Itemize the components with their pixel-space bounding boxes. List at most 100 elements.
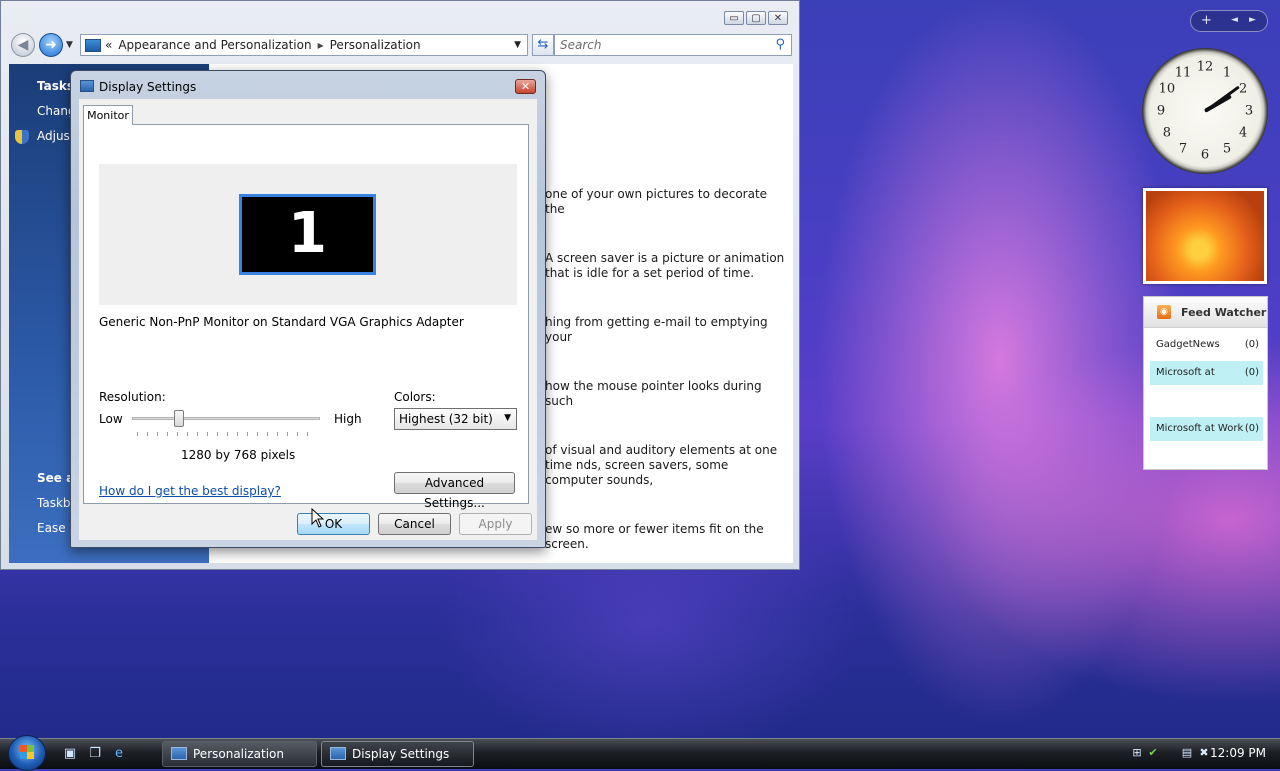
feed-item-count: (0) [1244, 423, 1259, 434]
cancel-button[interactable]: Cancel [378, 513, 451, 535]
resolution-high-label: High [334, 412, 362, 426]
breadcrumb-personalization[interactable]: Personalization [330, 38, 421, 52]
clock-numeral: 7 [1178, 141, 1188, 157]
address-bar[interactable]: « Appearance and Personalization ▸ Perso… [80, 34, 528, 56]
feed-item[interactable]: Microsoft at (0) [1150, 361, 1263, 385]
resolution-low-label: Low [99, 412, 123, 426]
feed-item-count: (0) [1244, 339, 1259, 350]
clock-numeral: 9 [1156, 103, 1166, 119]
task-link-adjust[interactable]: Adjust [37, 129, 75, 143]
clock-numeral: 11 [1174, 65, 1192, 81]
display-settings-icon [80, 80, 94, 92]
control-panel-icon [85, 38, 101, 52]
feed-item-title: Microsoft at [1156, 367, 1215, 378]
best-display-help-link[interactable]: How do I get the best display? [99, 484, 281, 498]
feed-watcher-gadget[interactable]: ◉ Feed Watcher GadgetNews (0) Microsoft … [1143, 296, 1268, 470]
feed-item[interactable]: GadgetNews (0) [1150, 333, 1263, 357]
clock-numeral: 6 [1200, 147, 1210, 163]
colors-label: Colors: [394, 390, 436, 404]
switch-windows-icon[interactable]: ❐ [87, 746, 103, 762]
feed-header: ◉ Feed Watcher [1144, 297, 1267, 328]
clock-numeral: 10 [1158, 81, 1176, 97]
feed-title: Feed Watcher [1181, 306, 1267, 319]
breadcrumb-separator-icon[interactable]: ▸ [318, 38, 324, 52]
chevron-down-icon: ▼ [504, 413, 511, 423]
start-button[interactable] [8, 735, 46, 771]
navigation-bar: ◀ ➜ ▼ « Appearance and Personalization ▸… [9, 33, 793, 57]
rss-icon: ◉ [1157, 305, 1171, 319]
feed-item-title: Microsoft at Work [1156, 423, 1244, 434]
refresh-button[interactable]: ⇆ [532, 34, 554, 56]
address-dropdown-icon[interactable]: ▼ [514, 40, 521, 50]
clock-numeral: 4 [1238, 125, 1248, 141]
security-status-icon[interactable]: ✔ [1146, 746, 1160, 760]
windows-logo-icon [20, 745, 34, 759]
search-icon[interactable]: ⚲ [775, 37, 785, 52]
clock-numeral: 8 [1162, 125, 1172, 141]
taskbar-item-label: Personalization [193, 747, 284, 761]
add-gadget-button[interactable]: + [1201, 13, 1212, 28]
feed-item[interactable]: Microsoft at Work (0) [1150, 417, 1263, 441]
refresh-icon: ⇆ [537, 37, 549, 52]
sidebar-controls: + ◄ ► [1190, 10, 1268, 32]
resolution-slider-ticks [137, 432, 317, 436]
tab-monitor[interactable]: Monitor [83, 105, 133, 125]
search-placeholder: Search [560, 38, 602, 52]
network-sharing-icon[interactable]: ⊞ [1130, 746, 1144, 760]
taskbar-clock[interactable]: 12:09 PM [1210, 746, 1266, 760]
display-settings-dialog: Display Settings ✕ Monitor 1 Generic Non… [70, 70, 546, 548]
forward-button[interactable]: ➜ [39, 33, 63, 57]
colors-select[interactable]: Highest (32 bit) ▼ [394, 408, 517, 430]
theme-description: of visual and auditory elements at one t… [545, 443, 778, 487]
dialog-close-button[interactable]: ✕ [515, 79, 536, 94]
tasks-heading: Tasks [37, 79, 75, 93]
shield-icon [15, 130, 29, 144]
breadcrumb-appearance[interactable]: Appearance and Personalization [118, 38, 311, 52]
slideshow-gadget[interactable] [1143, 188, 1267, 284]
colors-select-value: Highest (32 bit) [399, 412, 493, 426]
taskbar-item-personalization[interactable]: Personalization [162, 741, 317, 767]
back-arrow-icon: ◀ [17, 37, 29, 53]
next-page-icon[interactable]: ► [1249, 15, 1256, 25]
back-button[interactable]: ◀ [11, 33, 35, 57]
previous-page-icon[interactable]: ◄ [1231, 15, 1238, 25]
close-button[interactable]: ✕ [768, 11, 788, 25]
show-desktop-icon[interactable]: ▣ [62, 746, 78, 762]
clock-numeral: 5 [1222, 141, 1232, 157]
search-input[interactable]: Search ⚲ [554, 34, 792, 56]
monitor-arrangement-area: 1 [99, 164, 517, 305]
clock-numeral: 1 [1222, 65, 1232, 81]
advanced-settings-button[interactable]: Advanced Settings... [394, 472, 515, 510]
feed-item[interactable] [1150, 389, 1263, 413]
resolution-value: 1280 by 768 pixels [181, 448, 296, 462]
control-panel-icon [171, 747, 187, 760]
resolution-slider[interactable] [132, 417, 320, 420]
maximize-button[interactable]: ▢ [746, 11, 766, 25]
monitor-tab-panel: 1 Generic Non-PnP Monitor on Standard VG… [83, 124, 529, 510]
feed-item-count: (0) [1244, 367, 1259, 378]
sounds-description: hing from getting e-mail to emptying you… [545, 315, 768, 344]
taskbar-item-label: Display Settings [352, 747, 450, 761]
clock-numeral: 12 [1196, 59, 1214, 75]
resolution-label: Resolution: [99, 390, 166, 404]
clock-gadget[interactable]: 12 1 2 3 4 5 6 7 8 9 10 11 [1142, 48, 1268, 174]
internet-explorer-icon[interactable]: e [111, 746, 127, 762]
minimize-button[interactable]: ▭ [724, 11, 744, 25]
monitor-adapter-label: Generic Non-PnP Monitor on Standard VGA … [99, 315, 464, 329]
mouse-pointers-description: how the mouse pointer looks during such [545, 379, 762, 408]
volume-muted-icon[interactable]: ✖ [1197, 746, 1211, 760]
minute-hand [1204, 85, 1240, 113]
taskbar-item-display-settings[interactable]: Display Settings [321, 741, 474, 767]
recent-pages-dropdown-icon[interactable]: ▼ [66, 40, 73, 50]
resolution-slider-thumb[interactable] [174, 410, 184, 427]
network-icon[interactable]: ▤ [1180, 746, 1194, 760]
forward-arrow-icon: ➜ [45, 37, 57, 53]
ok-button[interactable]: OK [297, 513, 370, 535]
breadcrumb-prefix[interactable]: « [105, 38, 112, 52]
display-settings-icon [330, 747, 346, 760]
window-controls: ▭ ▢ ✕ [724, 11, 788, 25]
monitor-1-thumbnail[interactable]: 1 [239, 194, 376, 275]
desktop-background-description: one of your own pictures to decorate the [545, 187, 768, 216]
apply-button[interactable]: Apply [459, 513, 532, 535]
screen-saver-description: A screen saver is a picture or animation… [545, 251, 785, 280]
